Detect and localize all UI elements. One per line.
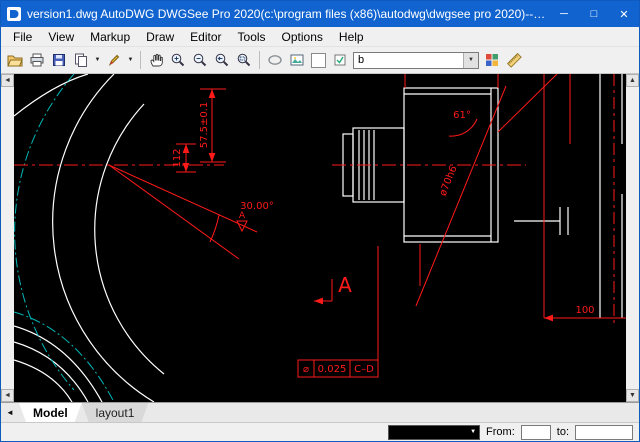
checkbox-tool-button[interactable] [329, 49, 351, 71]
fcf-symbol: ⌀ [303, 364, 309, 375]
oval-tool-button[interactable] [264, 49, 286, 71]
status-bar: ▼ From: to: [1, 422, 639, 441]
zoom-previous-button[interactable] [211, 49, 233, 71]
layer-combobox-value: b [358, 54, 365, 66]
tab-model[interactable]: Model [19, 403, 82, 422]
menu-tools[interactable]: Tools [230, 28, 274, 46]
fcf-datum-ref: C–D [354, 364, 374, 375]
checkbox-icon [334, 54, 346, 66]
menu-view[interactable]: View [40, 28, 82, 46]
dim-label-dia70: ø70h6 [438, 164, 460, 197]
part-geometry [14, 74, 623, 402]
layers-grid-icon [486, 54, 498, 66]
picture-icon [290, 54, 304, 66]
save-floppy-icon [53, 54, 65, 66]
section-label: A [338, 273, 352, 297]
menu-options[interactable]: Options [274, 28, 331, 46]
left-scroll-strip: ◄ ◄ [1, 74, 14, 402]
snapshot-button[interactable] [70, 49, 92, 71]
printer-icon [30, 53, 44, 67]
app-window: version1.dwg AutoDWG DWGSee Pro 2020(c:\… [0, 0, 640, 442]
to-label: to: [556, 426, 569, 438]
layers-button[interactable] [481, 49, 503, 71]
toolbar-separator [259, 51, 260, 69]
menu-editor[interactable]: Editor [182, 28, 229, 46]
ellipse-icon [268, 55, 282, 65]
pan-button[interactable] [145, 49, 167, 71]
scroll-left-bottom-button[interactable]: ◄ [1, 389, 14, 402]
scroll-down-button[interactable]: ▼ [626, 389, 639, 402]
pencil-icon [108, 54, 120, 66]
dimension-lines [14, 74, 626, 378]
markup-dropdown[interactable]: ▼ [125, 49, 136, 71]
print-button[interactable] [26, 49, 48, 71]
dim-label-height-tol: 57.5±0.1 [199, 102, 210, 149]
color-picker-dropdown-icon[interactable]: ▼ [470, 429, 476, 435]
right-scroll-strip: ▲ ▼ [626, 74, 639, 402]
main-area: ◄ ◄ 57.5±0.1 112 30.00° A A ⌀ 0.025 C–D … [1, 74, 639, 402]
zoom-out-icon [193, 53, 207, 67]
open-folder-icon [7, 55, 23, 67]
to-input[interactable] [575, 424, 633, 440]
from-input[interactable] [520, 424, 551, 440]
combobox-dropdown-icon[interactable]: ▼ [463, 52, 478, 68]
image-tool-button[interactable] [286, 49, 308, 71]
title-bar: version1.dwg AutoDWG DWGSee Pro 2020(c:\… [1, 1, 639, 27]
tab-layout1[interactable]: layout1 [82, 403, 149, 422]
hand-pan-icon [150, 53, 163, 67]
maximize-button[interactable]: □ [579, 1, 609, 27]
toolbar: ▼ ▼ b ▼ [1, 47, 639, 74]
dim-label-61deg: 61° [453, 110, 471, 121]
scroll-left-top-button[interactable]: ◄ [1, 74, 14, 87]
zoom-in-button[interactable] [167, 49, 189, 71]
close-button[interactable]: ✕ [609, 1, 639, 27]
open-button[interactable] [4, 49, 26, 71]
menu-markup[interactable]: Markup [82, 28, 138, 46]
zoom-window-button[interactable] [233, 49, 255, 71]
window-title: version1.dwg AutoDWG DWGSee Pro 2020(c:\… [27, 7, 549, 21]
markup-button[interactable] [103, 49, 125, 71]
from-label: From: [486, 426, 515, 438]
zoom-in-icon [171, 53, 185, 67]
fcf-tolerance: 0.025 [318, 364, 347, 375]
minimize-button[interactable]: ─ [549, 1, 579, 27]
menu-draw[interactable]: Draw [138, 28, 182, 46]
ruler-icon [506, 52, 522, 68]
zoom-window-icon [237, 53, 251, 67]
layer-combobox[interactable]: b ▼ [353, 51, 479, 69]
save-button[interactable] [48, 49, 70, 71]
cad-drawing: 57.5±0.1 112 30.00° A A ⌀ 0.025 C–D ø70h… [14, 74, 626, 402]
datum-flag-label: A [239, 211, 246, 221]
menu-bar: File View Markup Draw Editor Tools Optio… [1, 27, 639, 47]
copy-page-icon [75, 53, 87, 67]
zoom-out-button[interactable] [189, 49, 211, 71]
snapshot-dropdown[interactable]: ▼ [92, 49, 103, 71]
dim-label-100: 100 [575, 305, 594, 316]
scroll-up-button[interactable]: ▲ [626, 74, 639, 87]
measure-button[interactable] [503, 49, 525, 71]
toolbar-separator [140, 51, 141, 69]
tab-nav-left-button[interactable]: ◄ [1, 403, 19, 422]
menu-file[interactable]: File [5, 28, 40, 46]
menu-help[interactable]: Help [331, 28, 372, 46]
layout-tab-bar: ◄ Model layout1 [1, 402, 639, 422]
zoom-previous-icon [215, 53, 229, 67]
background-color-picker[interactable]: ▼ [388, 424, 481, 440]
dim-label-30deg: 30.00° [240, 201, 274, 212]
dim-label-112: 112 [172, 148, 183, 167]
color-swatch[interactable] [311, 52, 326, 68]
drawing-canvas[interactable]: 57.5±0.1 112 30.00° A A ⌀ 0.025 C–D ø70h… [14, 74, 626, 402]
dimension-labels: 57.5±0.1 112 30.00° A A ⌀ 0.025 C–D ø70h… [172, 102, 595, 375]
app-icon [7, 7, 21, 21]
